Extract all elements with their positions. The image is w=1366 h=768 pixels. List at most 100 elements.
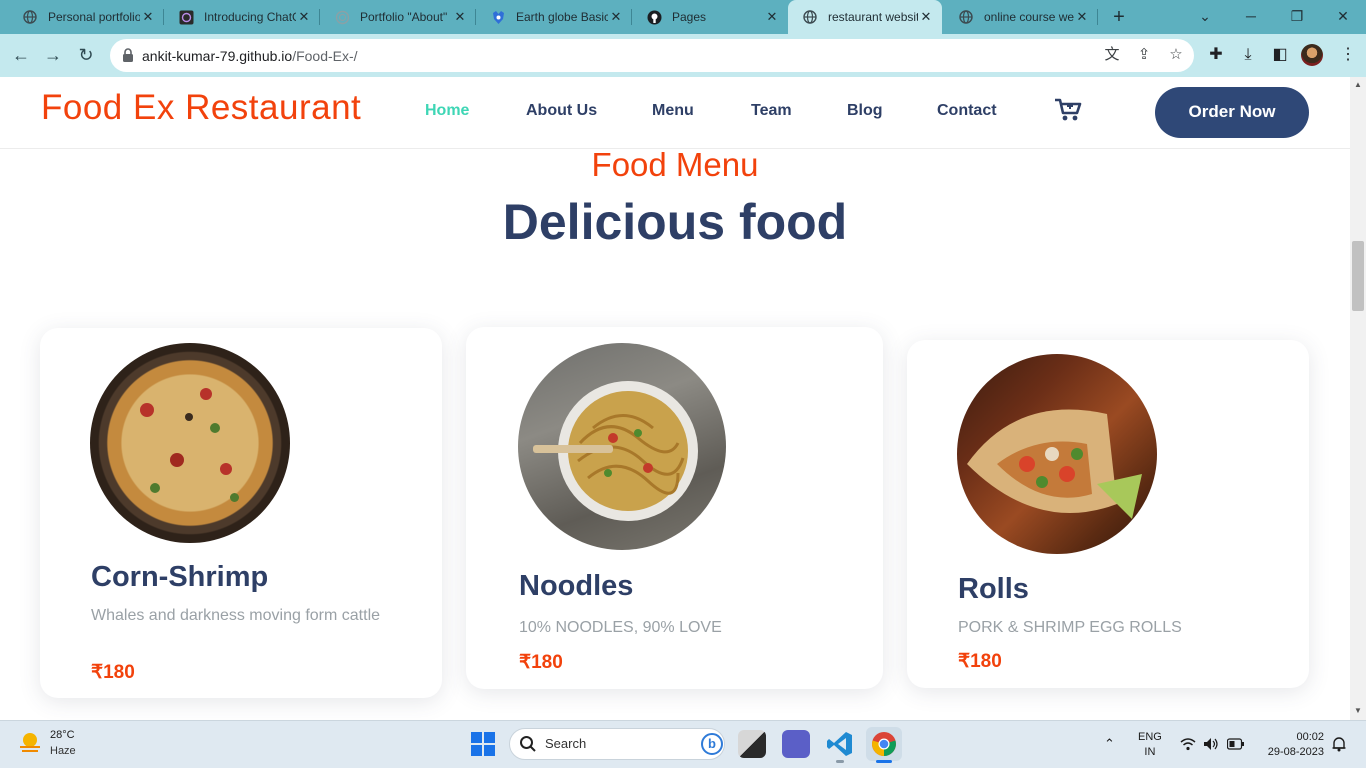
tab-restaurant-website[interactable]: restaurant website ✕ [788,0,942,34]
extensions-puzzle-icon[interactable]: ✚ [1205,44,1227,66]
food-price: ₹180 [958,651,1002,672]
reload-icon[interactable]: ↻ [73,42,99,68]
openai-icon [178,9,194,25]
tab-title: online course web [984,10,1074,24]
food-description: 10% NOODLES, 90% LOVE [519,619,722,636]
close-tab-icon[interactable]: ✕ [608,9,624,25]
globe-icon [958,9,974,25]
tab-title: Pages [672,10,707,24]
tab-pages[interactable]: Pages ✕ [632,0,788,34]
github-icon [646,9,662,25]
windows-start-icon[interactable] [471,732,495,756]
section-kicker: Food Menu [591,146,759,183]
page-scrollbar[interactable] [1350,77,1366,720]
food-price: ₹180 [519,652,563,673]
tab-title: restaurant website [828,10,918,24]
tab-search-chevron-icon[interactable]: ⌄ [1182,0,1228,34]
weather-condition[interactable]: Haze [50,745,76,757]
url-path: /Food-Ex-/ [292,48,358,64]
scroll-up-arrow-icon[interactable]: ▲ [1352,80,1364,90]
tab-introducing-chatgpt[interactable]: Introducing ChatGPT ✕ [164,0,320,34]
notification-bell-icon[interactable] [1331,736,1347,752]
running-indicator [836,760,844,763]
start-tile [484,732,495,743]
minimize-button[interactable]: ─ [1228,0,1274,34]
close-tab-icon[interactable]: ✕ [1074,9,1090,25]
clock-time: 00:02 [1296,731,1324,743]
back-arrow-icon[interactable]: ← [8,42,34,68]
menu-kebab-icon[interactable]: ⋮ [1340,44,1356,66]
food-title: Noodles [519,570,634,602]
volume-icon[interactable] [1203,737,1219,751]
search-placeholder[interactable]: Search [545,736,586,751]
nav-home[interactable]: Home [425,102,469,120]
nav-about-us[interactable]: About Us [526,102,597,120]
task-view-icon[interactable] [738,730,766,758]
nav-menu[interactable]: Menu [652,102,694,120]
weather-haze-icon[interactable] [17,729,43,755]
nav-blog[interactable]: Blog [847,102,883,120]
weather-temperature[interactable]: 28°C [50,729,75,741]
side-panel-icon[interactable]: ◧ [1269,44,1291,66]
url-text[interactable]: ankit-kumar-79.github.io/Food-Ex-/ [142,48,358,64]
tab-earth-globe[interactable]: Earth globe Basic ✕ [476,0,632,34]
food-title: Rolls [958,573,1029,605]
teams-chat-icon[interactable] [782,730,810,758]
lang-primary: ENG [1138,731,1162,743]
clock-date: 29-08-2023 [1267,746,1324,758]
scrollbar-thumb[interactable] [1352,241,1364,311]
noodles-image [518,343,726,550]
taskbar-search-box[interactable] [509,728,725,760]
tab-divider [1097,9,1098,25]
active-app-indicator [876,760,892,763]
close-window-button[interactable]: ✕ [1320,0,1366,34]
language-indicator[interactable]: ENG IN [1138,730,1162,760]
start-tile [471,732,482,743]
nav-contact[interactable]: Contact [937,102,997,120]
close-tab-icon[interactable]: ✕ [452,9,468,25]
tab-portfolio-about[interactable]: Portfolio "About" ✕ [320,0,476,34]
rolls-image [957,354,1157,554]
order-now-button[interactable]: Order Now [1155,87,1309,138]
url-host: ankit-kumar-79.github.io [142,48,293,64]
codepen-icon [490,9,506,25]
share-icon[interactable]: ⇪ [1134,45,1154,65]
start-tile [484,745,495,756]
bookmark-star-icon[interactable]: ☆ [1166,45,1186,65]
battery-icon[interactable] [1227,738,1245,750]
tab-online-course[interactable]: online course web ✕ [944,0,1098,34]
bing-icon[interactable]: b [701,733,723,755]
food-price: ₹180 [91,662,135,683]
openai-icon [334,9,350,25]
close-tab-icon[interactable]: ✕ [296,9,312,25]
chrome-icon [872,732,896,756]
tab-personal-portfolio[interactable]: Personal portfolio ✕ [8,0,164,34]
food-description: PORK & SHRIMP EGG ROLLS [958,619,1182,636]
shopping-cart-icon[interactable] [1054,97,1082,123]
tab-title: Portfolio "About" [360,10,448,24]
nav-team[interactable]: Team [751,102,792,120]
new-tab-button[interactable]: + [1108,6,1130,28]
search-icon [520,736,536,752]
close-tab-icon[interactable]: ✕ [140,9,156,25]
profile-avatar[interactable] [1301,44,1323,66]
lock-icon[interactable] [122,48,134,62]
globe-icon [802,9,818,25]
vscode-icon[interactable] [826,730,854,758]
wifi-icon[interactable] [1180,737,1196,751]
food-title: Corn-Shrimp [91,561,269,593]
translate-icon[interactable]: 文 [1102,45,1122,65]
section-heading: Delicious food [502,194,848,250]
scroll-down-arrow-icon[interactable]: ▼ [1352,706,1364,716]
show-hidden-icons-chevron[interactable]: ⌃ [1104,736,1115,752]
restore-button[interactable]: ❐ [1274,0,1320,34]
food-description: Whales and darkness moving form cattle [91,607,381,624]
pizza-image [90,343,290,543]
system-clock[interactable]: 00:02 29-08-2023 [1256,730,1324,760]
lang-secondary: IN [1144,746,1156,758]
forward-arrow-icon[interactable]: → [40,42,66,68]
site-logo[interactable]: Food Ex Restaurant [41,88,361,128]
close-tab-icon[interactable]: ✕ [764,9,780,25]
download-icon[interactable]: ⤓ [1237,44,1259,66]
close-tab-icon[interactable]: ✕ [918,9,934,25]
